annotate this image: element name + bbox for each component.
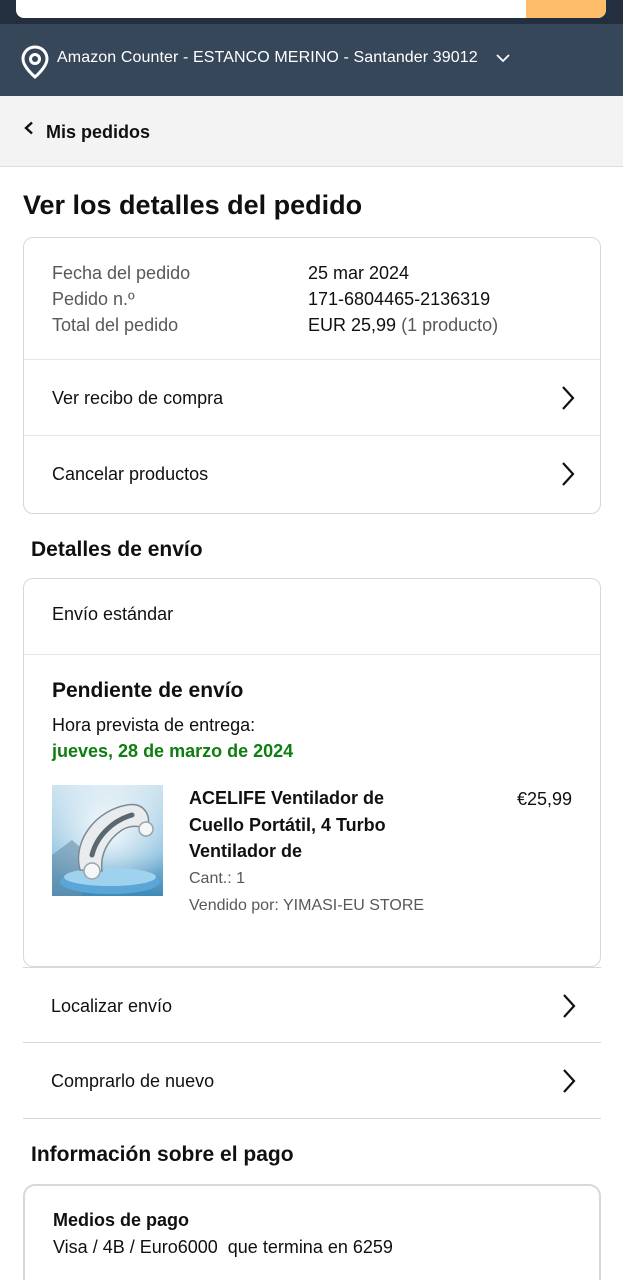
order-item-count: (1 producto) <box>401 315 499 335</box>
chevron-right-icon <box>563 994 576 1018</box>
product-quantity: Cant.: 1 <box>189 870 246 887</box>
track-package-link[interactable]: Localizar envío <box>23 967 601 1043</box>
order-date-value: 25 mar 2024 <box>308 263 410 283</box>
delivery-location-bar[interactable]: Amazon Counter - ESTANCO MERINO - Santan… <box>0 24 623 96</box>
view-receipt-link[interactable]: Ver recibo de compra <box>24 360 600 436</box>
search-button[interactable] <box>526 0 606 18</box>
shipment-status: Pendiente de envío <box>52 679 244 702</box>
payment-card: Medios de pago Visa / 4B / Euro6000 que … <box>23 1184 601 1280</box>
delivery-location-text[interactable]: Amazon Counter - ESTANCO MERINO - Santan… <box>57 48 478 68</box>
breadcrumb[interactable]: Mis pedidos <box>0 96 623 167</box>
payment-section-title: Información sobre el pago <box>31 1143 294 1166</box>
chevron-left-icon[interactable] <box>22 121 36 135</box>
chevron-down-icon[interactable] <box>494 51 512 65</box>
divider <box>24 654 600 655</box>
shipping-card: Envío estándar Pendiente de envío Hora p… <box>23 578 601 967</box>
product-price: €25,99 <box>516 789 572 809</box>
order-total-label: Total del pedido <box>52 315 179 335</box>
breadcrumb-my-orders-link[interactable]: Mis pedidos <box>46 120 150 144</box>
shipping-section-title: Detalles de envío <box>31 538 203 561</box>
search-input[interactable] <box>16 0 606 18</box>
page-title: Ver los detalles del pedido <box>23 190 363 220</box>
chevron-right-icon <box>562 462 575 486</box>
order-date-row: Fecha del pedido 25 mar 2024 <box>52 261 409 285</box>
order-total-value: EUR 25,99 (1 producto) <box>308 315 499 335</box>
shipping-method: Envío estándar <box>52 604 174 624</box>
order-number-row: Pedido n.º 171-6804465-2136319 <box>52 287 490 311</box>
top-header <box>0 0 623 24</box>
product-seller: Vendido por: YIMASI-EU STORE <box>189 897 425 914</box>
view-receipt-label: Ver recibo de compra <box>52 388 224 408</box>
buy-again-label: Comprarlo de nuevo <box>51 1071 215 1091</box>
location-pin-icon <box>21 45 49 79</box>
order-number-label: Pedido n.º <box>52 289 135 309</box>
order-date-label: Fecha del pedido <box>52 263 191 283</box>
payment-method-value: Visa / 4B / Euro6000 que termina en 6259 <box>53 1237 393 1257</box>
chevron-right-icon <box>563 1069 576 1093</box>
order-summary-card: Fecha del pedido 25 mar 2024 Pedido n.º … <box>23 237 601 514</box>
order-total-row: Total del pedido EUR 25,99 (1 producto) <box>52 313 498 337</box>
product-title-link[interactable]: ACELIFE Ventilador de Cuello Portátil, 4… <box>189 785 429 865</box>
buy-again-link[interactable]: Comprarlo de nuevo <box>23 1043 601 1119</box>
eta-date: jueves, 28 de marzo de 2024 <box>52 741 294 761</box>
track-package-label: Localizar envío <box>51 996 173 1016</box>
payment-method-heading: Medios de pago <box>53 1210 190 1230</box>
neck-fan-product-image <box>52 785 163 896</box>
order-number-value: 171-6804465-2136319 <box>308 289 491 309</box>
product-image[interactable] <box>52 785 163 896</box>
cancel-products-label: Cancelar productos <box>52 464 209 484</box>
chevron-right-icon <box>562 386 575 410</box>
cancel-products-link[interactable]: Cancelar productos <box>24 436 600 512</box>
eta-label: Hora prevista de entrega: <box>52 715 256 735</box>
